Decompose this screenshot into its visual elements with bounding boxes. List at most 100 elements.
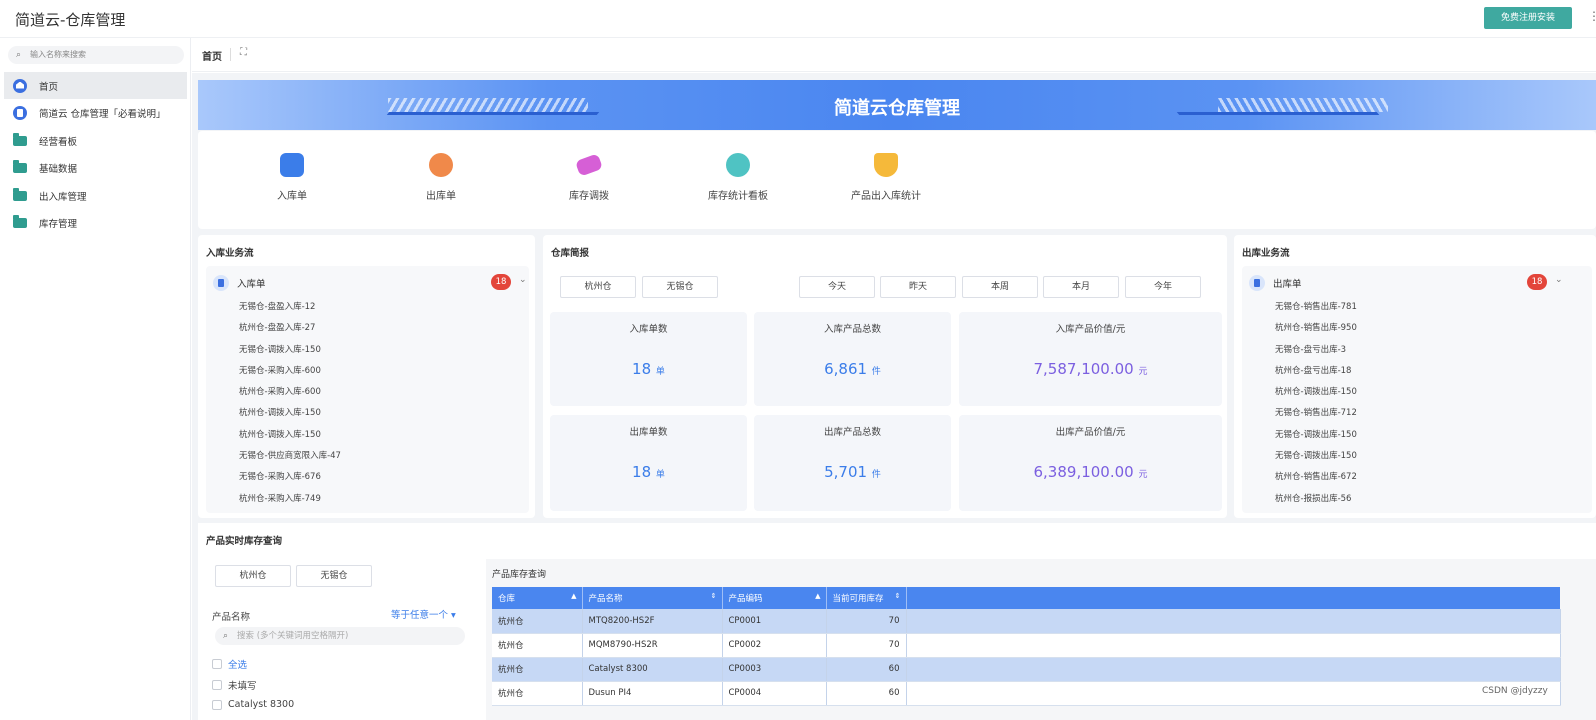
list-item[interactable]: 杭州仓-采购入库-600 — [239, 385, 341, 406]
folder-icon — [13, 159, 27, 173]
register-install-button[interactable]: 免费注册安装 — [1484, 7, 1572, 29]
sidebar-search-input[interactable]: ⌕ 输入名称来搜索 — [8, 46, 184, 64]
select-all-checkbox[interactable]: 全选 — [212, 657, 247, 671]
checkbox-label: 全选 — [228, 660, 248, 671]
sort-icon: ▲ — [815, 592, 821, 600]
option-checkbox[interactable]: 未填写 — [212, 678, 257, 692]
checkbox-icon — [212, 699, 222, 710]
list-item[interactable]: 杭州仓-报损出库-56 — [1275, 492, 1357, 513]
column-header[interactable]: 当前可用库存 ⇕ — [826, 587, 907, 609]
list-item[interactable]: 杭州仓-销售出库-672 — [1275, 470, 1357, 491]
warehouse-filter-wuxi[interactable]: 无锡仓 — [296, 565, 372, 587]
list-item[interactable]: 无锡仓-供应商宽限入库-47 — [239, 449, 341, 470]
stat-label: 入库产品总数 — [823, 324, 881, 335]
quick-entry-label: 库存调拨 — [569, 191, 609, 202]
list-item[interactable]: 杭州仓-调拨出库-150 — [1275, 385, 1357, 406]
tab-divider — [230, 48, 231, 61]
banner: 简道云仓库管理 — [198, 80, 1596, 130]
table-cell: 60 — [826, 681, 907, 706]
column-header[interactable]: 产品名称 ⇕ — [582, 587, 723, 609]
stat-label: 入库单数 — [629, 324, 668, 335]
outbound-form-header[interactable]: 出库单 18 ⌄ — [1249, 274, 1563, 292]
table-cell: CP0003 — [722, 657, 827, 682]
table-row[interactable]: 杭州仓 Dusun PI4 CP0004 60 — [492, 681, 1561, 706]
sidebar-item-guide[interactable]: 简道云 仓库管理「必看说明」 — [4, 99, 187, 126]
list-item[interactable]: 无锡仓-盘亏出库-3 — [1275, 343, 1357, 364]
list-item[interactable]: 无锡仓-调拨入库-150 — [239, 343, 341, 364]
form-icon — [213, 275, 229, 291]
list-item[interactable]: 无锡仓-采购入库-600 — [239, 364, 341, 385]
column-header-filler — [906, 587, 1560, 609]
table-cell: 70 — [826, 609, 907, 634]
table-cell: 70 — [826, 633, 907, 658]
list-item[interactable]: 杭州仓-调拨入库-150 — [239, 428, 341, 449]
table-cell: MTQ8200-HS2F — [582, 609, 723, 634]
inventory-table-section: 产品库存查询 仓库 ▲ 产品名称 ⇕ 产品编码 ▲ 当前可用库存 ⇕ 杭州仓 MTQ82… — [486, 559, 1596, 720]
filter-mode-dropdown[interactable]: 等于任意一个 ▾ — [391, 607, 456, 621]
inventory-table: 仓库 ▲ 产品名称 ⇕ 产品编码 ▲ 当前可用库存 ⇕ 杭州仓 MTQ8200-HS2F… — [492, 587, 1561, 706]
checkbox-label: Catalyst 8300 — [228, 699, 295, 710]
period-filter-month[interactable]: 本月 — [1043, 276, 1119, 298]
warehouse-filter-hangzhou[interactable]: 杭州仓 — [560, 276, 636, 298]
list-item[interactable]: 无锡仓-调拨出库-150 — [1275, 449, 1357, 470]
sidebar-item-label: 首页 — [39, 81, 59, 93]
list-item[interactable]: 杭州仓-调拨入库-150 — [239, 406, 341, 427]
stat-value: 7,587,100.00 元 — [1033, 360, 1148, 378]
stat-value: 18 单 — [632, 463, 665, 481]
sidebar-item-basic-data[interactable]: 基础数据 — [4, 154, 187, 181]
main-content: 简道云仓库管理 入库单 出库单 库存调拨 库存统计看板 产品出入库统计 入库业务… — [192, 73, 1596, 720]
list-item[interactable]: 无锡仓-采购入库-676 — [239, 470, 341, 491]
column-header[interactable]: 产品编码 ▲ — [722, 587, 827, 609]
table-row[interactable]: 杭州仓 Catalyst 8300 CP0003 60 — [492, 657, 1561, 682]
checkbox-label: 未填写 — [228, 681, 257, 692]
quick-entry-card: 入库单 出库单 库存调拨 库存统计看板 产品出入库统计 — [198, 131, 1596, 229]
stat-value: 6,861 件 — [824, 360, 881, 378]
list-item[interactable]: 无锡仓-调拨出库-150 — [1275, 428, 1357, 449]
tab-home[interactable]: 首页 — [202, 48, 222, 63]
warehouse-filter-hangzhou[interactable]: 杭州仓 — [215, 565, 291, 587]
sidebar-item-stock-inout[interactable]: 出入库管理 — [4, 182, 187, 209]
list-item[interactable]: 杭州仓-采购入库-749 — [239, 492, 341, 513]
quick-entry-product-stats[interactable]: 产品出入库统计 — [826, 153, 946, 202]
more-icon[interactable]: ⋮ — [1588, 9, 1596, 23]
stat-card-inbound-products: 入库产品总数 6,861 件 — [754, 312, 951, 406]
list-item[interactable]: 杭州仓-盘盈入库-27 — [239, 321, 341, 342]
product-search-input[interactable]: ⌕ 搜索 (多个关键词用空格隔开) — [215, 627, 465, 645]
table-cell-filler — [906, 609, 1561, 634]
table-row[interactable]: 杭州仓 MQM8790-HS2R CP0002 70 — [492, 633, 1561, 658]
list-item[interactable]: 无锡仓-销售出库-712 — [1275, 406, 1357, 427]
quick-entry-stats-board[interactable]: 库存统计看板 — [678, 153, 798, 202]
sidebar-item-home[interactable]: 首页 — [4, 72, 187, 99]
app-title: 简道云-仓库管理 — [15, 11, 126, 29]
inventory-query-panel: 产品实时库存查询 杭州仓 无锡仓 产品名称 等于任意一个 ▾ ⌕ 搜索 (多个关… — [198, 523, 1596, 720]
warehouse-filter-wuxi[interactable]: 无锡仓 — [642, 276, 718, 298]
quick-entry-inbound[interactable]: 入库单 — [232, 153, 352, 202]
period-filter-year[interactable]: 今年 — [1125, 276, 1201, 298]
option-checkbox[interactable]: Catalyst 8300 — [212, 699, 294, 710]
sidebar-item-dashboard[interactable]: 经营看板 — [4, 127, 187, 154]
inbound-flow-box: 入库单 18 ⌄ 无锡仓-盘盈入库-12 杭州仓-盘盈入库-27 无锡仓-调拨入… — [206, 266, 529, 513]
warehouse-report-panel: 仓库简报 杭州仓 无锡仓 今天 昨天 本周 本月 今年 入库单数 18 单 入库… — [543, 235, 1227, 518]
home-icon — [13, 78, 27, 93]
table-cell: 60 — [826, 657, 907, 682]
period-filter-yesterday[interactable]: 昨天 — [880, 276, 956, 298]
folder-icon — [13, 187, 27, 201]
list-item[interactable]: 无锡仓-销售出库-781 — [1275, 300, 1357, 321]
chevron-down-icon[interactable]: ⌄ — [1555, 275, 1563, 285]
sidebar-item-inventory[interactable]: 库存管理 — [4, 209, 187, 236]
column-header[interactable]: 仓库 ▲ — [492, 587, 583, 609]
quick-entry-label: 出库单 — [426, 191, 456, 202]
period-filter-week[interactable]: 本周 — [962, 276, 1038, 298]
table-cell-filler — [906, 657, 1561, 682]
period-filter-today[interactable]: 今天 — [799, 276, 875, 298]
list-item[interactable]: 无锡仓-盘盈入库-12 — [239, 300, 341, 321]
table-row[interactable]: 杭州仓 MTQ8200-HS2F CP0001 70 — [492, 609, 1561, 634]
list-item[interactable]: 杭州仓-盘亏出库-18 — [1275, 364, 1357, 385]
list-item[interactable]: 杭州仓-销售出库-950 — [1275, 321, 1357, 342]
fullscreen-icon[interactable]: ⛶ — [240, 47, 247, 58]
stat-card-outbound-value: 出库产品价值/元 6,389,100.00 元 — [959, 415, 1222, 511]
inbound-form-header[interactable]: 入库单 18 ⌄ — [213, 274, 527, 292]
chevron-down-icon[interactable]: ⌄ — [519, 275, 527, 285]
quick-entry-transfer[interactable]: 库存调拨 — [529, 153, 649, 202]
quick-entry-outbound[interactable]: 出库单 — [381, 153, 501, 202]
